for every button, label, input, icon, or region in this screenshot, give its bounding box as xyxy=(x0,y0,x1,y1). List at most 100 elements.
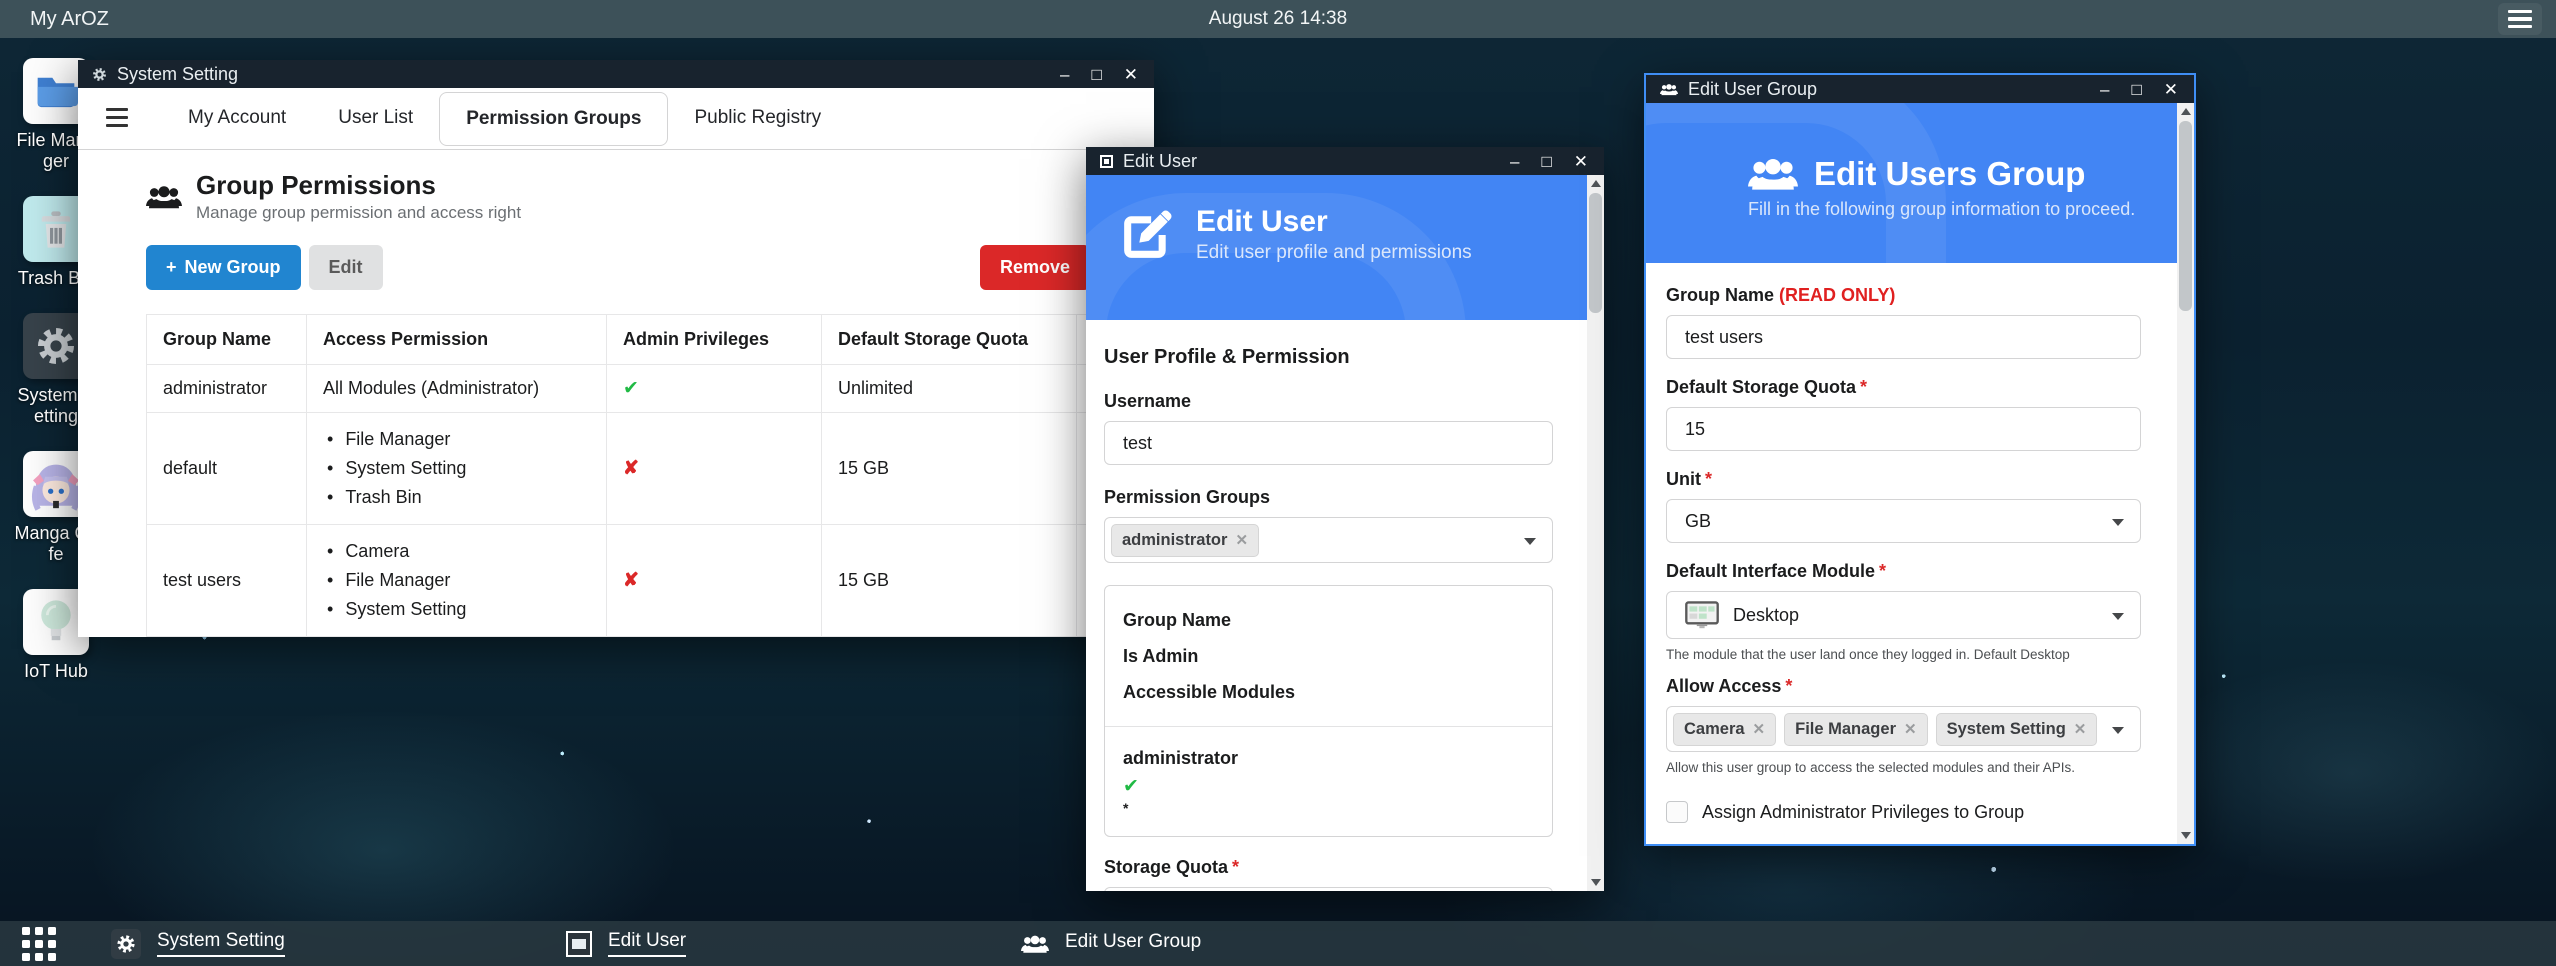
group-name-field[interactable]: test users xyxy=(1666,315,2141,359)
storage-quota-field[interactable]: 15 xyxy=(1104,887,1553,891)
minimize-button[interactable]: – xyxy=(2100,81,2109,98)
minimize-button[interactable]: – xyxy=(1510,153,1519,170)
edit-pencil-icon xyxy=(1120,208,1174,262)
remove-group-button[interactable]: Remove xyxy=(980,245,1090,290)
taskbar-item-system-setting[interactable]: System Setting xyxy=(111,929,566,959)
users-group-icon xyxy=(1660,83,1678,96)
scroll-down-icon[interactable] xyxy=(1587,874,1604,891)
summary-modules: * xyxy=(1123,798,1534,818)
scrollbar-thumb[interactable] xyxy=(1589,193,1602,313)
plus-icon: + xyxy=(166,257,177,278)
table-row: default File Manager System Setting Tras… xyxy=(147,413,1207,525)
section-heading: User Profile & Permission xyxy=(1104,346,1553,369)
hamburger-menu-icon[interactable] xyxy=(2498,3,2542,35)
tab-user-list[interactable]: User List xyxy=(312,93,439,143)
permission-groups-multiselect[interactable]: administrator ✕ xyxy=(1104,517,1553,563)
check-icon: ✔ xyxy=(623,378,639,399)
window-glyph-icon xyxy=(566,931,592,957)
edit-user-banner: Edit User Edit user profile and permissi… xyxy=(1086,175,1587,320)
tab-permission-groups[interactable]: Permission Groups xyxy=(439,92,668,146)
col-default-storage-quota: Default Storage Quota xyxy=(822,315,1077,365)
default-interface-module-select[interactable]: Desktop xyxy=(1666,591,2141,639)
system-setting-titlebar[interactable]: System Setting – □ ✕ xyxy=(78,60,1154,88)
aroz-brand[interactable]: My ArOZ xyxy=(30,8,109,31)
taskbar-item-edit-user[interactable]: Edit User xyxy=(566,930,1021,957)
page-title: Group Permissions xyxy=(196,170,521,201)
default-storage-quota-label: Default Storage Quota xyxy=(1666,377,1856,397)
scroll-down-icon[interactable] xyxy=(2177,827,2194,844)
maximize-button[interactable]: □ xyxy=(1541,153,1551,170)
scrollbar-thumb[interactable] xyxy=(2179,121,2192,311)
allow-access-multiselect[interactable]: Camera ✕ File Manager ✕ System Setting ✕ xyxy=(1666,706,2141,752)
gear-icon xyxy=(111,929,141,959)
remove-tag-icon[interactable]: ✕ xyxy=(2074,720,2087,738)
col-admin-privileges: Admin Privileges xyxy=(607,315,822,365)
tab-my-account[interactable]: My Account xyxy=(162,93,312,143)
cell-group-name: default xyxy=(147,413,307,525)
remove-tag-icon[interactable]: ✕ xyxy=(1753,720,1766,738)
default-storage-quota-field[interactable]: 15 xyxy=(1666,407,2141,451)
remove-tag-icon[interactable]: ✕ xyxy=(1904,720,1917,738)
edit-user-titlebar[interactable]: Edit User – □ ✕ xyxy=(1086,147,1604,175)
cell-quota: 15 GB xyxy=(822,413,1077,525)
tab-public-registry[interactable]: Public Registry xyxy=(668,93,847,143)
required-asterisk: * xyxy=(1879,561,1886,581)
interface-module-helper: The module that the user land once they … xyxy=(1666,647,2141,662)
scrollbar[interactable] xyxy=(2177,103,2194,844)
required-asterisk: * xyxy=(1785,676,1792,696)
cell-access: All Modules (Administrator) xyxy=(307,365,607,413)
cell-group-name: administrator xyxy=(147,365,307,413)
maximize-button[interactable]: □ xyxy=(1091,66,1101,83)
app-launcher-icon[interactable] xyxy=(22,927,56,961)
check-icon: ✔ xyxy=(1123,775,1534,798)
cell-group-name: test users xyxy=(147,525,307,637)
window-system-setting: System Setting – □ ✕ My Account User Lis… xyxy=(78,60,1154,637)
summary-line: Is Admin xyxy=(1123,638,1534,674)
window-edit-user-group: Edit User Group – □ ✕ xyxy=(1646,75,2194,844)
gear-icon xyxy=(92,67,107,82)
unit-label: Unit xyxy=(1666,469,1701,489)
remove-tag-icon[interactable]: ✕ xyxy=(1235,531,1248,549)
edit-group-button[interactable]: Edit xyxy=(309,245,383,290)
required-asterisk: * xyxy=(1232,857,1239,877)
chevron-down-icon xyxy=(2112,519,2124,526)
close-button[interactable]: ✕ xyxy=(1574,153,1588,170)
group-name-label: Group Name xyxy=(1666,285,1774,305)
settings-tabbar: My Account User List Permission Groups P… xyxy=(78,88,1154,150)
cell-quota: 15 GB xyxy=(822,525,1077,637)
username-label: Username xyxy=(1104,391,1553,412)
window-glyph-icon xyxy=(1100,155,1113,168)
assign-admin-label: Assign Administrator Privileges to Group xyxy=(1702,802,2024,823)
chevron-down-icon xyxy=(1524,538,1536,545)
new-group-button[interactable]: + New Group xyxy=(146,245,301,290)
maximize-button[interactable]: □ xyxy=(2131,81,2141,98)
users-group-icon xyxy=(146,184,182,210)
username-field[interactable]: test xyxy=(1104,421,1553,465)
tag-administrator: administrator ✕ xyxy=(1111,524,1259,557)
readonly-note: (READ ONLY) xyxy=(1779,285,1895,305)
unit-select[interactable]: GB xyxy=(1666,499,2141,543)
monitor-icon xyxy=(1685,601,1719,630)
desktop-icon-label: IoT Hub xyxy=(14,661,98,682)
scrollbar[interactable] xyxy=(1587,175,1604,891)
banner-subtitle: Fill in the following group information … xyxy=(1748,199,2177,220)
default-interface-module-label: Default Interface Module xyxy=(1666,561,1875,581)
close-button[interactable]: ✕ xyxy=(2164,81,2178,98)
group-summary-box: Group Name Is Admin Accessible Modules a… xyxy=(1104,585,1553,837)
summary-group-name: administrator xyxy=(1123,741,1534,775)
chevron-down-icon xyxy=(2112,727,2124,734)
close-button[interactable]: ✕ xyxy=(1124,66,1138,83)
permission-groups-label: Permission Groups xyxy=(1104,487,1553,508)
top-menubar: My ArOZ August 26 14:38 xyxy=(0,0,2556,38)
scroll-up-icon[interactable] xyxy=(1587,175,1604,192)
chevron-down-icon xyxy=(2112,613,2124,620)
desktop-background: File Manager Trash Bin System Setting Ma… xyxy=(0,0,2556,966)
assign-admin-checkbox[interactable] xyxy=(1666,801,1688,823)
hamburger-icon[interactable] xyxy=(106,108,128,128)
taskbar-item-edit-user-group[interactable]: Edit User Group xyxy=(1021,931,1476,956)
scroll-up-icon[interactable] xyxy=(2177,103,2194,120)
window-edit-user: Edit User – □ ✕ xyxy=(1086,147,1604,891)
minimize-button[interactable]: – xyxy=(1060,66,1069,83)
group-permissions-table: Group Name Access Permission Admin Privi… xyxy=(146,314,1207,637)
edit-user-group-titlebar[interactable]: Edit User Group – □ ✕ xyxy=(1646,75,2194,103)
